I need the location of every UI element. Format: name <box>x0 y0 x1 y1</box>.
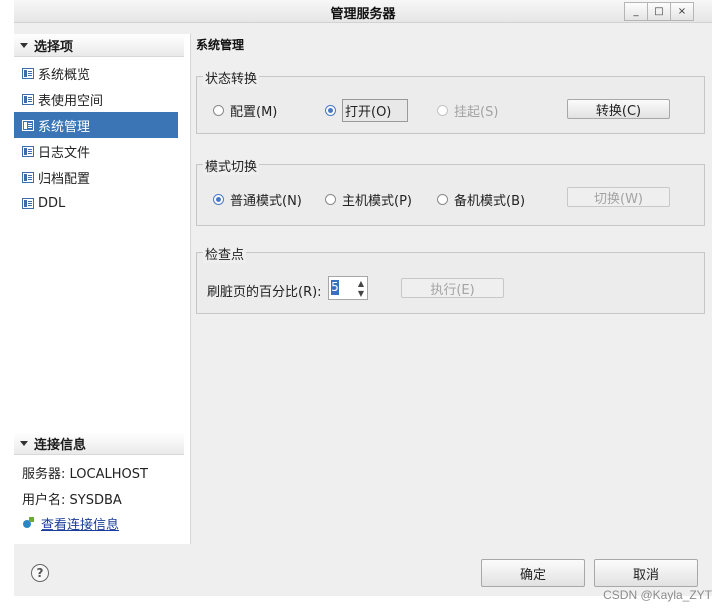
sidebar-item-label: 系统概览 <box>38 67 91 83</box>
sidebar-item-table-space[interactable]: 表使用空间 <box>14 86 178 112</box>
window-title: 管理服务器 <box>330 7 396 22</box>
sidebar-item-label: 归档配置 <box>38 171 91 187</box>
spinner-up-icon[interactable]: ▲ <box>358 280 364 288</box>
radio-circle-icon[interactable] <box>437 105 448 116</box>
view-connection-link-text[interactable]: 查看连接信息 <box>41 514 119 533</box>
dirty-page-percent-label: 刷脏页的百分比(R): <box>207 285 322 300</box>
sidebar: 选择项 系统概览 表使用空间 系统管理 日志文件 归档配置 DDL 连接信息 服… <box>14 34 191 544</box>
sidebar-item-system-overview[interactable]: 系统概览 <box>14 60 178 86</box>
sidebar-item-label: 表使用空间 <box>38 93 104 109</box>
server-info: 服务器: LOCALHOST <box>22 467 148 482</box>
maximize-button[interactable]: □ <box>647 2 671 21</box>
radio-config[interactable]: 配置(M) <box>213 101 277 120</box>
window-controls: _ □ × <box>624 2 694 21</box>
options-section-title: 选择项 <box>34 39 74 55</box>
radio-open[interactable]: 打开(O) <box>325 99 409 122</box>
table-icon <box>22 171 34 183</box>
switch-button[interactable]: 切换(W) <box>567 187 670 207</box>
sidebar-item-log-files[interactable]: 日志文件 <box>14 138 178 164</box>
mode-switch-label: 模式切换 <box>203 156 260 175</box>
view-connection-link[interactable]: 查看连接信息 <box>22 514 119 533</box>
spinner-value[interactable]: 5 <box>331 280 339 295</box>
connection-section-header[interactable]: 连接信息 <box>14 432 184 455</box>
mode-switch-group: 模式切换 普通模式(N) 主机模式(P) 备机模式(B) 切换(W) <box>196 156 705 226</box>
radio-label: 打开(O) <box>342 99 409 122</box>
radio-primary-mode[interactable]: 主机模式(P) <box>325 190 412 209</box>
radio-circle-icon[interactable] <box>437 194 448 205</box>
state-transition-label: 状态转换 <box>203 68 260 87</box>
table-icon <box>22 93 34 105</box>
table-icon <box>22 197 34 209</box>
radio-standby-mode[interactable]: 备机模式(B) <box>437 190 525 209</box>
checkpoint-group: 检查点 刷脏页的百分比(R): 5 ▲ ▼ 执行(E) <box>196 244 705 314</box>
radio-label: 主机模式(P) <box>342 194 412 209</box>
radio-label: 挂起(S) <box>454 105 499 120</box>
sidebar-item-label: 系统管理 <box>38 119 91 135</box>
state-transition-group: 状态转换 配置(M) 打开(O) 挂起(S) 转换(C) <box>196 68 705 134</box>
dirty-page-percent-spinner[interactable]: 5 ▲ ▼ <box>328 276 368 300</box>
radio-label: 备机模式(B) <box>454 194 526 209</box>
execute-button[interactable]: 执行(E) <box>401 278 504 298</box>
checkpoint-label: 检查点 <box>203 244 247 263</box>
connection-section-title: 连接信息 <box>34 437 87 453</box>
transition-button[interactable]: 转换(C) <box>567 99 670 119</box>
radio-circle-icon[interactable] <box>213 105 224 116</box>
sidebar-item-label: 日志文件 <box>38 145 91 161</box>
sidebar-item-archive-config[interactable]: 归档配置 <box>14 164 178 190</box>
help-icon[interactable]: ? <box>31 564 49 582</box>
radio-suspend[interactable]: 挂起(S) <box>437 101 498 120</box>
sidebar-item-label: DDL <box>38 195 66 211</box>
collapse-triangle-icon[interactable] <box>20 42 28 48</box>
title-bar: 管理服务器 _ □ × <box>14 0 712 23</box>
table-icon <box>22 119 34 131</box>
close-button[interactable]: × <box>670 2 694 21</box>
connection-plug-icon <box>22 517 35 530</box>
radio-normal-mode[interactable]: 普通模式(N) <box>213 190 302 209</box>
sidebar-item-system-management[interactable]: 系统管理 <box>14 112 178 138</box>
radio-checked-icon[interactable] <box>213 194 224 205</box>
table-icon <box>22 67 34 79</box>
main-panel: 系统管理 状态转换 配置(M) 打开(O) 挂起(S) 转换(C) 模式切换 普… <box>194 34 712 544</box>
dialog-window: 管理服务器 _ □ × 选择项 系统概览 表使用空间 系统管理 日志文件 归档配… <box>14 0 712 596</box>
cancel-button[interactable]: 取消 <box>594 559 698 587</box>
radio-circle-icon[interactable] <box>325 194 336 205</box>
radio-label: 普通模式(N) <box>230 194 302 209</box>
minimize-button[interactable]: _ <box>624 2 648 21</box>
collapse-triangle-icon[interactable] <box>20 440 28 446</box>
radio-label: 配置(M) <box>230 105 278 120</box>
user-info: 用户名: SYSDBA <box>22 493 122 508</box>
radio-checked-icon[interactable] <box>325 105 336 116</box>
page-title: 系统管理 <box>196 38 245 52</box>
sidebar-item-ddl[interactable]: DDL <box>14 190 178 216</box>
table-icon <box>22 145 34 157</box>
spinner-down-icon[interactable]: ▼ <box>358 290 364 298</box>
watermark: CSDN @Kayla_ZYT <box>603 588 712 602</box>
ok-button[interactable]: 确定 <box>481 559 585 587</box>
options-section-header[interactable]: 选择项 <box>14 34 184 57</box>
